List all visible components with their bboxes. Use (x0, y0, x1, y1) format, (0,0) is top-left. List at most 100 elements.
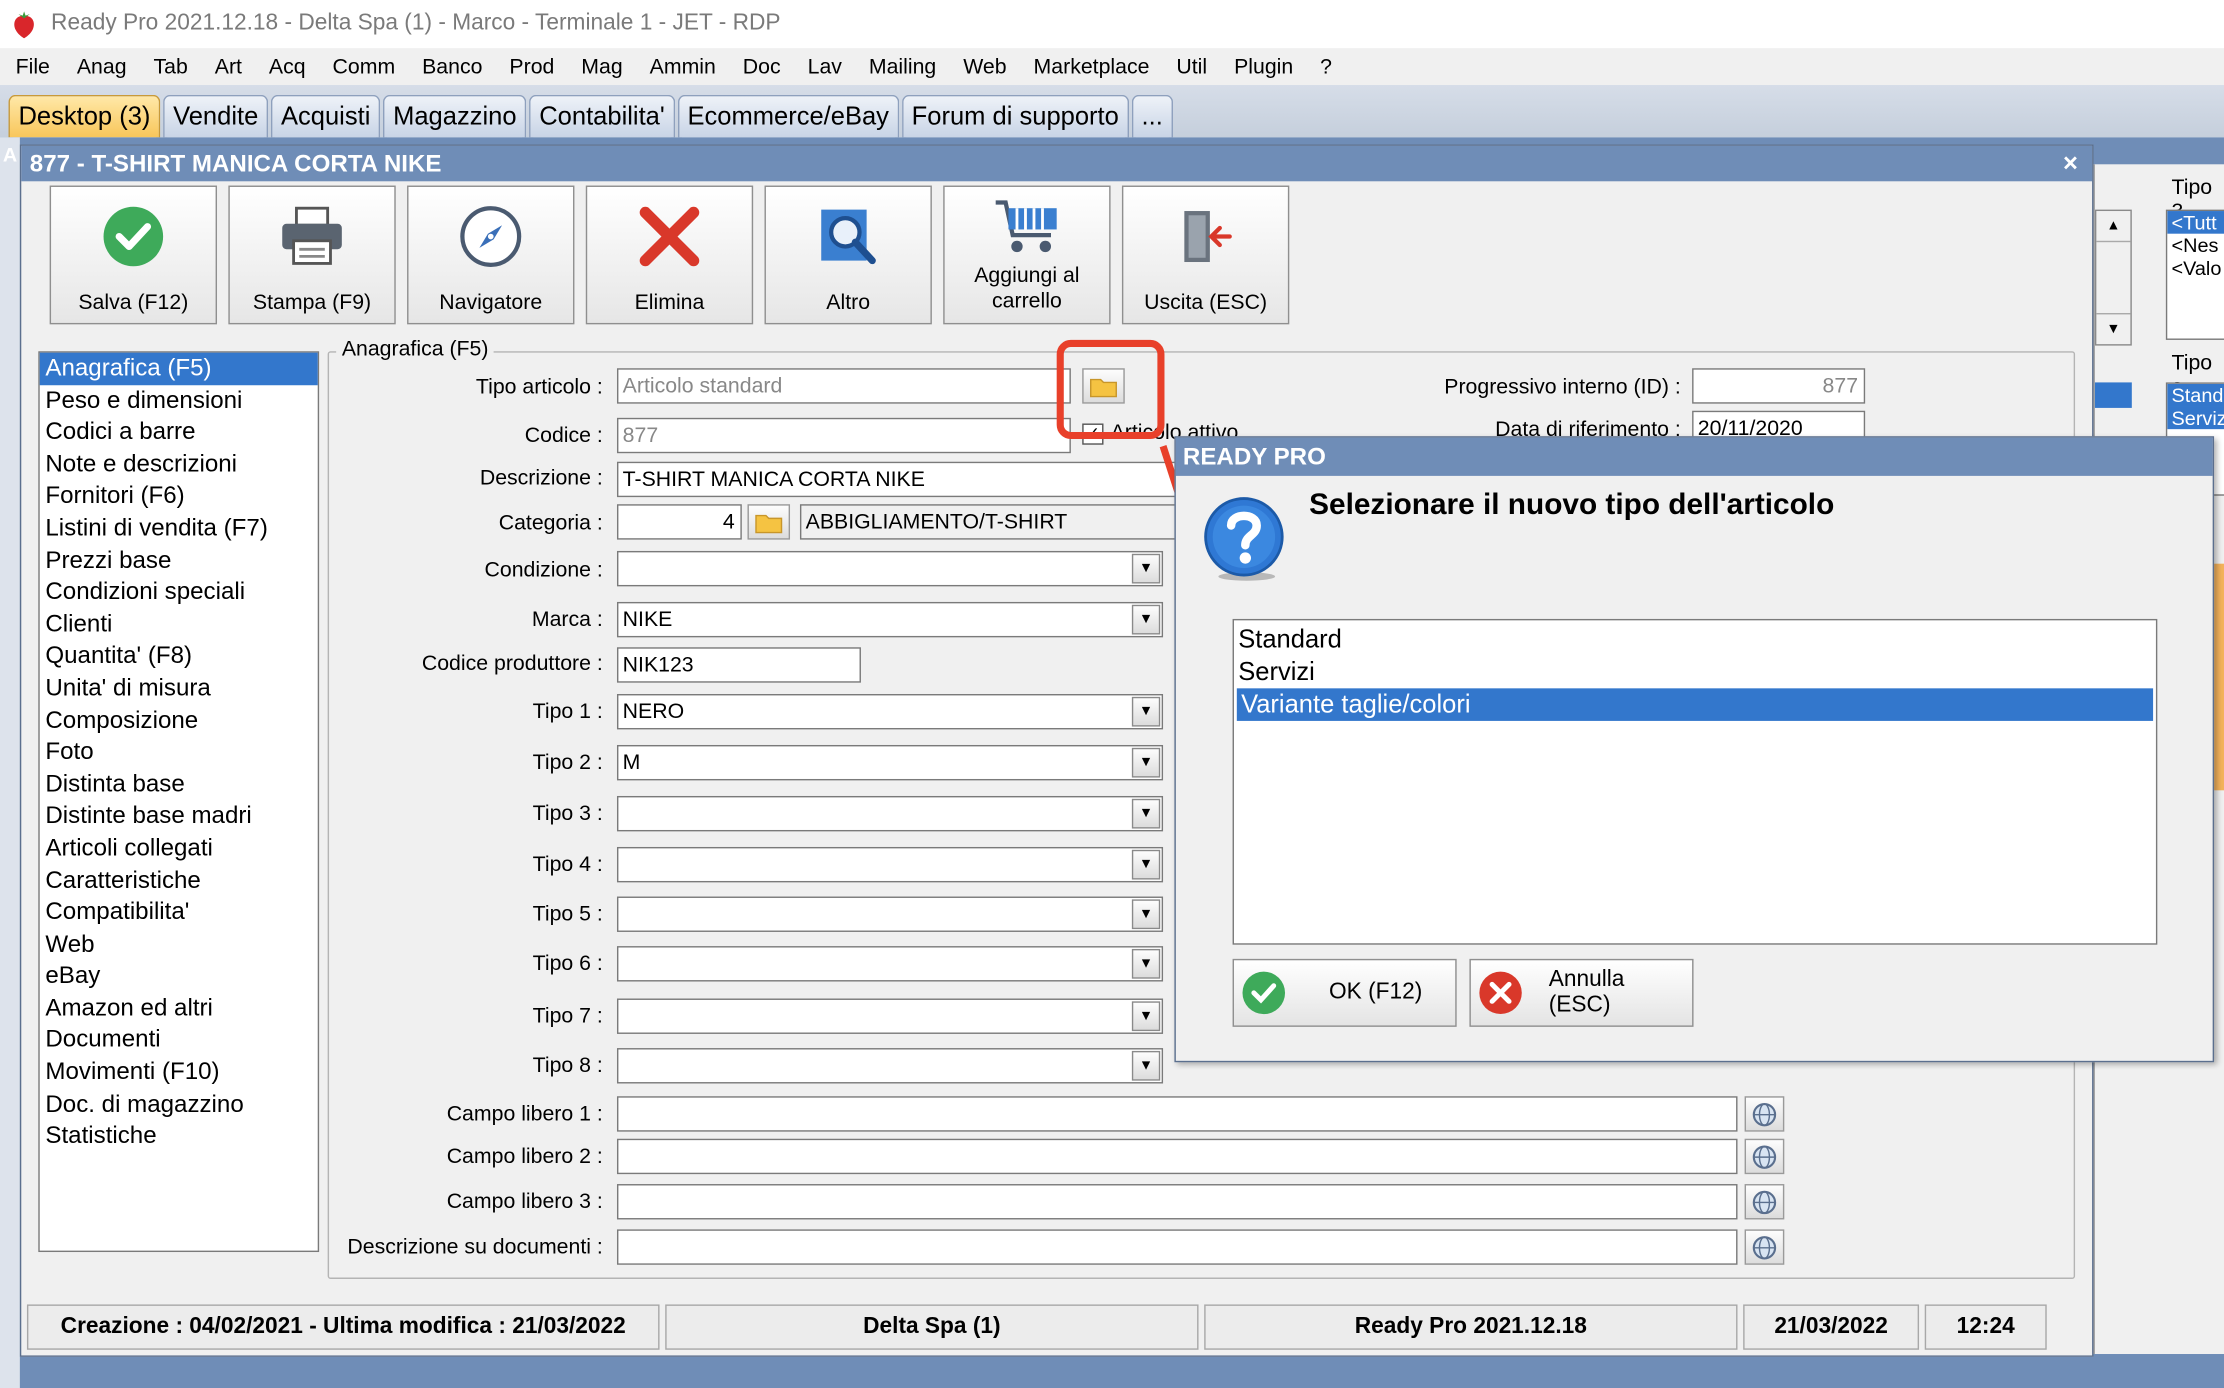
menu-item[interactable]: Web (948, 55, 1018, 79)
list-item[interactable]: <Nes (2167, 234, 2224, 257)
menu-item[interactable]: File (0, 55, 61, 79)
translate-globe-icon[interactable] (1744, 1184, 1785, 1220)
nav-item[interactable]: Caratteristiche (40, 865, 318, 897)
nav-item[interactable]: Amazon ed altri (40, 993, 318, 1025)
add-to-cart-button[interactable]: Aggiungi al carrello (943, 185, 1111, 325)
menu-item[interactable]: Anag (61, 55, 138, 79)
tab[interactable]: Ecommerce/eBay (677, 94, 899, 138)
nav-item[interactable]: Codici a barre (40, 417, 318, 449)
tipo-select[interactable]: ▼ (616, 795, 1164, 832)
menu-item[interactable]: Doc (727, 55, 792, 79)
type-option[interactable]: Servizi (1234, 656, 2156, 689)
close-icon[interactable]: × (2063, 149, 2078, 179)
list-item[interactable]: <Tutt (2167, 211, 2224, 234)
navigator-button[interactable]: Navigatore (407, 185, 575, 325)
condizione-select[interactable]: ▼ (616, 550, 1164, 587)
tab[interactable]: Contabilita' (529, 94, 675, 138)
tipo-select[interactable]: ▼ (616, 946, 1164, 982)
nav-item[interactable]: Note e descrizioni (40, 449, 318, 481)
type-option[interactable]: Standard (1234, 623, 2156, 656)
type-options-list[interactable]: Standard Servizi Variante taglie/colori (1232, 618, 2158, 945)
chevron-down-icon[interactable]: ▼ (1131, 948, 1161, 979)
nav-item[interactable]: Doc. di magazzino (40, 1089, 318, 1121)
nav-item[interactable]: Condizioni speciali (40, 577, 318, 609)
translate-globe-icon[interactable] (1744, 1229, 1785, 1265)
chevron-down-icon[interactable]: ▼ (1131, 798, 1161, 829)
translate-globe-icon[interactable] (1744, 1096, 1785, 1132)
tipo-articolo-field[interactable]: Articolo standard (616, 368, 1071, 404)
menu-item[interactable]: Marketplace (1018, 55, 1161, 79)
tipo-select[interactable]: ▼ (616, 846, 1164, 883)
chevron-down-icon[interactable]: ▼ (1131, 747, 1161, 778)
nav-item[interactable]: Distinta base (40, 769, 318, 801)
tipo-select[interactable]: ▼ (616, 896, 1164, 932)
nav-item[interactable]: Foto (40, 737, 318, 769)
nav-item[interactable]: Movimenti (F10) (40, 1057, 318, 1089)
nav-item[interactable]: Statistiche (40, 1121, 318, 1153)
marca-select[interactable]: NIKE ▼ (616, 601, 1164, 638)
tipo-select[interactable]: M ▼ (616, 744, 1164, 781)
tab[interactable]: ... (1131, 94, 1173, 138)
menu-item[interactable]: Tab (138, 55, 199, 79)
tab[interactable]: Forum di supporto (901, 94, 1129, 138)
list-item[interactable]: <Valo (2167, 256, 2224, 279)
other-button[interactable]: Altro (764, 185, 932, 325)
campo-libero-field[interactable] (616, 1229, 1738, 1265)
codice-produttore-field[interactable]: NIK123 (616, 647, 861, 683)
translate-globe-icon[interactable] (1744, 1138, 1785, 1175)
menu-item[interactable]: Plugin (1218, 55, 1304, 79)
nav-item[interactable]: Peso e dimensioni (40, 385, 318, 417)
ok-button[interactable]: OK (F12) (1232, 958, 1457, 1027)
nav-item[interactable]: Prezzi base (40, 545, 318, 577)
tab[interactable]: Desktop (3) (8, 94, 161, 138)
tipo3-list[interactable]: <Tutt <Nes <Valo (2165, 209, 2224, 340)
menu-item[interactable]: Ammin (634, 55, 727, 79)
menu-item[interactable]: Comm (317, 55, 407, 79)
chevron-down-icon[interactable]: ▼ (1131, 849, 1161, 880)
nav-item[interactable]: Distinte base madri (40, 801, 318, 833)
nav-item[interactable]: eBay (40, 961, 318, 993)
menu-item[interactable]: Lav (792, 55, 853, 79)
list-item[interactable]: Serviz (2167, 406, 2224, 430)
nav-item[interactable]: Fornitori (F6) (40, 481, 318, 513)
chevron-down-icon[interactable]: ▼ (1131, 1050, 1161, 1081)
tipo-select[interactable]: NERO ▼ (616, 694, 1164, 730)
menu-item[interactable]: ? (1305, 55, 1344, 79)
cancel-button[interactable]: Annulla (ESC) (1469, 958, 1694, 1027)
chevron-down-icon[interactable]: ▼ (1131, 1001, 1161, 1032)
nav-item[interactable]: Articoli collegati (40, 833, 318, 865)
chevron-down-icon[interactable]: ▼ (1131, 899, 1161, 930)
exit-button[interactable]: Uscita (ESC) (1121, 185, 1290, 325)
descrizione-field[interactable]: T-SHIRT MANICA CORTA NIKE (616, 461, 1185, 498)
codice-field[interactable]: 877 (616, 417, 1071, 454)
save-button[interactable]: Salva (F12) (49, 185, 218, 325)
tipo-select[interactable]: ▼ (616, 998, 1164, 1034)
print-button[interactable]: Stampa (F9) (228, 185, 396, 325)
menu-item[interactable]: Util (1161, 55, 1219, 79)
chevron-down-icon[interactable]: ▼ (1131, 696, 1161, 727)
nav-item[interactable]: Anagrafica (F5) (39, 352, 318, 385)
campo-libero-field[interactable] (616, 1138, 1738, 1175)
delete-button[interactable]: Elimina (585, 185, 754, 325)
nav-item[interactable]: Compatibilita' (40, 897, 318, 929)
nav-item[interactable]: Web (40, 929, 318, 961)
list-item[interactable]: Stand (2167, 383, 2224, 407)
background-scrollbar[interactable]: ▲ ▼ (2094, 209, 2132, 346)
campo-libero-field[interactable] (616, 1096, 1738, 1132)
nav-item[interactable]: Quantita' (F8) (40, 641, 318, 673)
menu-item[interactable]: Mag (566, 55, 634, 79)
menu-item[interactable]: Art (199, 55, 253, 79)
menu-item[interactable]: Mailing (853, 55, 947, 79)
menu-item[interactable]: Prod (494, 55, 566, 79)
nav-item[interactable]: Documenti (40, 1025, 318, 1057)
nav-item[interactable]: Composizione (40, 705, 318, 737)
categoria-picker-button[interactable] (747, 504, 791, 540)
tipo-select[interactable]: ▼ (616, 1048, 1164, 1084)
nav-item[interactable]: Listini di vendita (F7) (40, 513, 318, 545)
nav-item[interactable]: Unita' di misura (40, 673, 318, 705)
menu-item[interactable]: Acq (253, 55, 317, 79)
menu-item[interactable]: Banco (407, 55, 494, 79)
nav-item[interactable]: Clienti (40, 609, 318, 641)
categoria-code-field[interactable]: 4 (616, 504, 742, 540)
progressivo-field[interactable]: 877 (1692, 368, 1866, 404)
